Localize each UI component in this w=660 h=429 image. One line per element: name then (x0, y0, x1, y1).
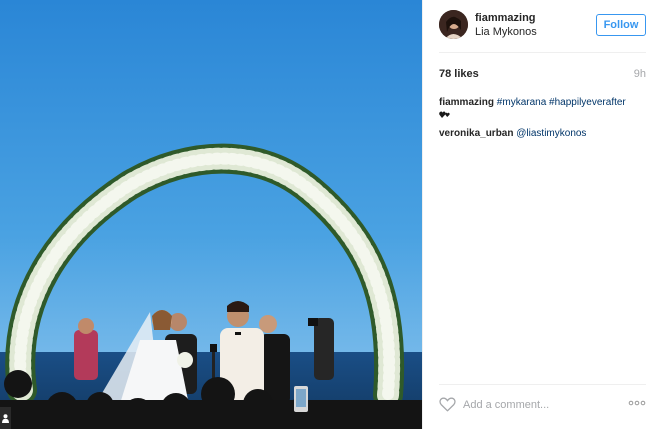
username-link[interactable]: fiammazing (475, 12, 536, 24)
post-meta: 78 likes 9h (439, 68, 646, 82)
follow-button[interactable]: Follow (596, 14, 646, 36)
instagram-post: fiammazing Lia Mykonos Follow 78 likes 9… (0, 0, 660, 429)
comment-author[interactable]: veronika_urban (439, 128, 513, 139)
heart-icon[interactable] (439, 397, 456, 412)
post-footer (439, 384, 646, 429)
wedding-photo (0, 0, 422, 429)
person-tag-icon[interactable] (0, 407, 11, 429)
location-link[interactable]: Lia Mykonos (475, 26, 537, 38)
avatar[interactable] (439, 10, 468, 39)
hashtag-link[interactable]: #happilyeverafter (549, 97, 626, 108)
caption-author[interactable]: fiammazing (439, 97, 494, 108)
more-options-icon[interactable] (628, 399, 646, 407)
post-photo[interactable] (0, 0, 422, 429)
likes-count[interactable]: 78 likes (439, 68, 479, 80)
post-header: fiammazing Lia Mykonos Follow (439, 0, 646, 53)
hashtag-link[interactable]: #mykarana (497, 97, 546, 108)
two-hearts-icon (439, 111, 450, 118)
comment-item: veronika_urban @liastimykonos (439, 127, 650, 140)
comment-input[interactable] (463, 394, 613, 416)
post-side-panel: fiammazing Lia Mykonos Follow 78 likes 9… (422, 0, 660, 429)
post-caption: fiammazing #mykarana #happilyeverafter (439, 96, 650, 123)
post-time[interactable]: 9h (634, 68, 646, 80)
mention-link[interactable]: @liastimykonos (516, 128, 586, 139)
